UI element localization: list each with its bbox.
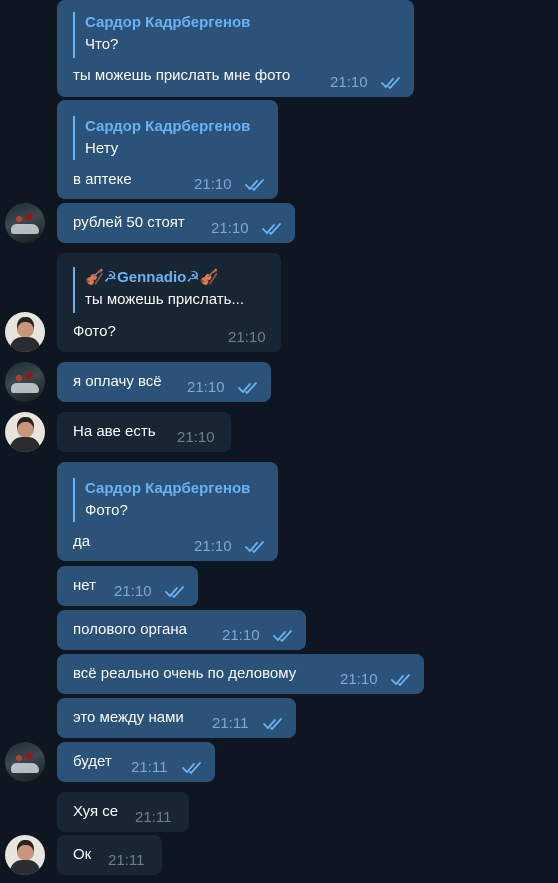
double-check-icon [262, 223, 281, 236]
reply-text: Фото? [85, 502, 128, 519]
message-time: 21:10 [211, 220, 249, 237]
avatar-body [10, 437, 40, 452]
message-bubble[interactable]: Сардор Кадрбергенов Что? ты можешь присл… [57, 0, 414, 97]
message-bubble[interactable]: всё реально очень по деловому 21:10 [57, 654, 424, 694]
double-check-icon [245, 541, 264, 554]
message-text: это между нами [73, 709, 184, 726]
message-time: 21:10 [194, 538, 232, 555]
message-time: 21:10 [228, 329, 266, 346]
double-check-icon [263, 718, 282, 731]
reply-author: Сардор Кадрбергенов [85, 480, 251, 497]
avatar-body [10, 860, 40, 875]
reply-text: ты можешь прислать... [85, 291, 244, 308]
reply-quote[interactable]: 🎻☭Gennadio☭🎻 ты можешь прислать... [73, 267, 244, 313]
message-time: 21:11 [108, 852, 145, 869]
double-check-icon [165, 586, 184, 599]
message-bubble[interactable]: будет 21:11 [57, 742, 215, 782]
message-text: нет [73, 577, 96, 594]
message-text: да [73, 533, 91, 550]
message-text: Хуя се [73, 803, 119, 820]
person-avatar[interactable] [5, 412, 45, 452]
car-avatar[interactable] [5, 362, 45, 402]
reply-author: 🎻☭Gennadio☭🎻 [85, 269, 219, 286]
message-text: ты можешь прислать мне фото [73, 67, 291, 84]
person-avatar[interactable] [5, 835, 45, 875]
message-time: 21:11 [212, 715, 249, 732]
reply-quote[interactable]: Сардор Кадрбергенов Что? [73, 12, 250, 58]
message-bubble[interactable]: На аве есть 21:10 [57, 412, 231, 452]
message-time: 21:10 [330, 74, 368, 91]
message-bubble[interactable]: Хуя се 21:11 [57, 792, 189, 832]
reply-quote[interactable]: Сардор Кадрбергенов Нету [73, 116, 250, 160]
double-check-icon [391, 674, 410, 687]
double-check-icon [238, 382, 257, 395]
double-check-icon [182, 762, 201, 775]
reply-text: Что? [85, 36, 119, 53]
message-bubble[interactable]: нет 21:10 [57, 566, 198, 606]
message-time: 21:10 [340, 671, 378, 688]
message-text: На аве есть [73, 423, 156, 440]
message-time: 21:10 [222, 627, 260, 644]
avatar-head [17, 840, 34, 860]
avatar-body [10, 337, 40, 352]
reply-author: Сардор Кадрбергенов [85, 118, 251, 135]
message-time: 21:10 [187, 379, 225, 396]
message-bubble[interactable]: Ок 21:11 [57, 835, 162, 875]
car-avatar[interactable] [5, 742, 45, 782]
double-check-icon [245, 179, 264, 192]
message-text: в аптеке [73, 171, 132, 188]
message-text: я оплачу всё [73, 373, 162, 390]
message-text: полового органа [73, 621, 187, 638]
message-text: рублей 50 стоят [73, 214, 185, 231]
person-avatar[interactable] [5, 312, 45, 352]
car-avatar[interactable] [5, 203, 45, 243]
message-bubble[interactable]: полового органа 21:10 [57, 610, 306, 650]
message-time: 21:11 [131, 759, 168, 776]
chat-area[interactable]: Сардор Кадрбергенов Что? ты можешь присл… [0, 0, 558, 883]
message-time: 21:10 [114, 583, 152, 600]
message-text: Фото? [73, 323, 116, 340]
message-text: будет [73, 753, 112, 770]
message-bubble[interactable]: я оплачу всё 21:10 [57, 362, 271, 402]
double-check-icon [381, 77, 400, 90]
reply-text: Нету [85, 140, 119, 157]
message-bubble[interactable]: это между нами 21:11 [57, 698, 296, 738]
avatar-head [17, 417, 34, 437]
message-bubble[interactable]: Сардор Кадрбергенов Нету в аптеке 21:10 [57, 100, 278, 199]
message-time: 21:10 [177, 429, 215, 446]
message-time: 21:11 [135, 809, 172, 826]
double-check-icon [273, 630, 292, 643]
message-text: всё реально очень по деловому [73, 665, 297, 682]
message-bubble[interactable]: Сардор Кадрбергенов Фото? да 21:10 [57, 462, 278, 561]
message-bubble[interactable]: 🎻☭Gennadio☭🎻 ты можешь прислать... Фото?… [57, 253, 281, 352]
message-bubble[interactable]: рублей 50 стоят 21:10 [57, 203, 295, 243]
message-text: Ок [73, 846, 92, 863]
reply-author: Сардор Кадрбергенов [85, 14, 251, 31]
reply-quote[interactable]: Сардор Кадрбергенов Фото? [73, 478, 250, 522]
avatar-head [17, 317, 34, 337]
message-time: 21:10 [194, 176, 232, 193]
